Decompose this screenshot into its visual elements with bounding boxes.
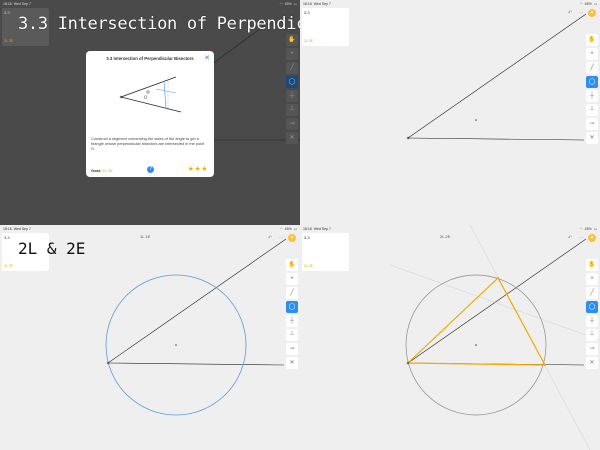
point-icon[interactable]: • [286, 48, 298, 60]
point-label-o: O [144, 95, 147, 100]
intersect-icon[interactable]: ✕ [586, 357, 598, 369]
line-icon[interactable]: ╱ [286, 287, 298, 299]
level-goal: 2L 2E [304, 264, 314, 268]
close-icon[interactable]: ✕ [204, 54, 210, 62]
level-goal: 2L 2E [4, 39, 14, 43]
circle-icon[interactable]: ◯ [586, 76, 598, 88]
tool-palette: ✋ • ╱ ◯ ┼ ┴ ⊸ ✕ [586, 34, 598, 146]
level-goal: 2L 2E [304, 39, 314, 43]
line-icon[interactable]: ╱ [286, 62, 298, 74]
perpendicular-bisector-icon[interactable]: ┼ [586, 315, 598, 327]
overlay-title: 3.3 Intersection of Perpendicular Bisect… [18, 14, 300, 34]
point-icon[interactable]: • [586, 48, 598, 60]
level-thumbnail[interactable]: 3.3 2L 2E [302, 233, 349, 271]
angle-bisector-icon[interactable]: ⊸ [286, 343, 298, 355]
perpendicular-icon[interactable]: ┴ [586, 104, 598, 116]
perpendicular-bisector-icon[interactable]: ┼ [286, 315, 298, 327]
quadrant-level-intro: 18:18 Wed Sep 7 ◠ 45% ▭ 3.3 2L 2E ✋ • ╱ ◯ … [0, 0, 300, 225]
point-icon[interactable]: • [286, 273, 298, 285]
top-actions: ↶ ⋯ ✦ [566, 9, 596, 17]
undo-icon[interactable]: ↶ [566, 9, 574, 17]
intersect-icon[interactable]: ✕ [586, 132, 598, 144]
level-intro-dialog: 3.3 Intersection of Perpendicular Bisect… [86, 51, 214, 177]
menu-icon[interactable]: ⋯ [277, 234, 285, 242]
overlay-subtitle: 2L & 2E [18, 239, 86, 258]
menu-icon[interactable]: ⋯ [577, 9, 585, 17]
hand-icon[interactable]: ✋ [286, 259, 298, 271]
level-goal: 2L 2E [4, 264, 14, 268]
hint-bulb-icon[interactable]: ✦ [288, 234, 296, 242]
level-label: 3.3 [304, 10, 310, 15]
menu-icon[interactable]: ⋯ [577, 234, 585, 242]
dialog-title: 3.3 Intersection of Perpendicular Bisect… [106, 56, 194, 61]
circle-icon[interactable]: ◯ [286, 76, 298, 88]
dialog-figure: O [119, 76, 182, 113]
undo-icon[interactable]: ↶ [266, 234, 274, 242]
angle-bisector-icon[interactable]: ⊸ [586, 118, 598, 130]
circle-icon[interactable]: ◯ [586, 301, 598, 313]
angle-bisector-icon[interactable]: ⊸ [586, 343, 598, 355]
quadrant-circle-step: 18:18 Wed Sep 7 ◠ 45% ▭ 3.3 2L 2E 1L 1E ↶ … [0, 225, 300, 450]
tool-palette: ✋ • ╱ ◯ ┼ ┴ ⊸ ✕ [286, 34, 298, 146]
level-label: 3.3 [304, 235, 310, 240]
dialog-goal: Goal: 2L 2E [91, 168, 113, 173]
line-icon[interactable]: ╱ [586, 62, 598, 74]
hint-bulb-icon[interactable]: ✦ [588, 9, 596, 17]
line-icon[interactable]: ╱ [586, 287, 598, 299]
move-counter: 2L 2E [440, 234, 451, 239]
level-label: 3.3 [4, 235, 10, 240]
perpendicular-bisector-icon[interactable]: ┼ [586, 90, 598, 102]
quadrant-triangle-solution: 18:18 Wed Sep 7 ◠ 45% ▭ 3.3 2L 2E 2L 2E ↶ … [300, 225, 600, 450]
circle-icon[interactable]: ◯ [286, 301, 298, 313]
goal-value: 2L 2E [102, 168, 113, 173]
move-counter: 1L 1E [140, 234, 151, 239]
top-actions: ↶ ⋯ ✦ [566, 234, 596, 242]
level-label: 3.3 [4, 10, 10, 15]
goal-label: Goal: [91, 168, 102, 173]
dialog-instructions: Construct a segment connecting the sides… [91, 136, 205, 151]
hand-icon[interactable]: ✋ [586, 34, 598, 46]
level-thumbnail[interactable]: 3.3 2L 2E [302, 8, 349, 46]
point-icon[interactable]: • [586, 273, 598, 285]
help-icon[interactable]: ? [147, 166, 154, 173]
perpendicular-icon[interactable]: ┴ [286, 329, 298, 341]
perpendicular-bisector-icon[interactable]: ┼ [286, 90, 298, 102]
undo-icon[interactable]: ↶ [566, 234, 574, 242]
hand-icon[interactable]: ✋ [586, 259, 598, 271]
star-rating: ★★★ [187, 166, 208, 173]
tool-palette: ✋ • ╱ ◯ ┼ ┴ ⊸ ✕ [586, 259, 598, 371]
intersect-icon[interactable]: ✕ [286, 357, 298, 369]
perpendicular-icon[interactable]: ┴ [586, 329, 598, 341]
intersect-icon[interactable]: ✕ [286, 132, 298, 144]
angle-bisector-icon[interactable]: ⊸ [286, 118, 298, 130]
quadrant-initial-angle: 18:18 Wed Sep 7 ◠ 45% ▭ 3.3 2L 2E ↶ ⋯ ✦ ✋ … [300, 0, 600, 225]
hand-icon[interactable]: ✋ [286, 34, 298, 46]
tool-palette: ✋ • ╱ ◯ ┼ ┴ ⊸ ✕ [286, 259, 298, 371]
perpendicular-icon[interactable]: ┴ [286, 104, 298, 116]
top-actions: ↶ ⋯ ✦ [266, 234, 296, 242]
hint-bulb-icon[interactable]: ✦ [588, 234, 596, 242]
